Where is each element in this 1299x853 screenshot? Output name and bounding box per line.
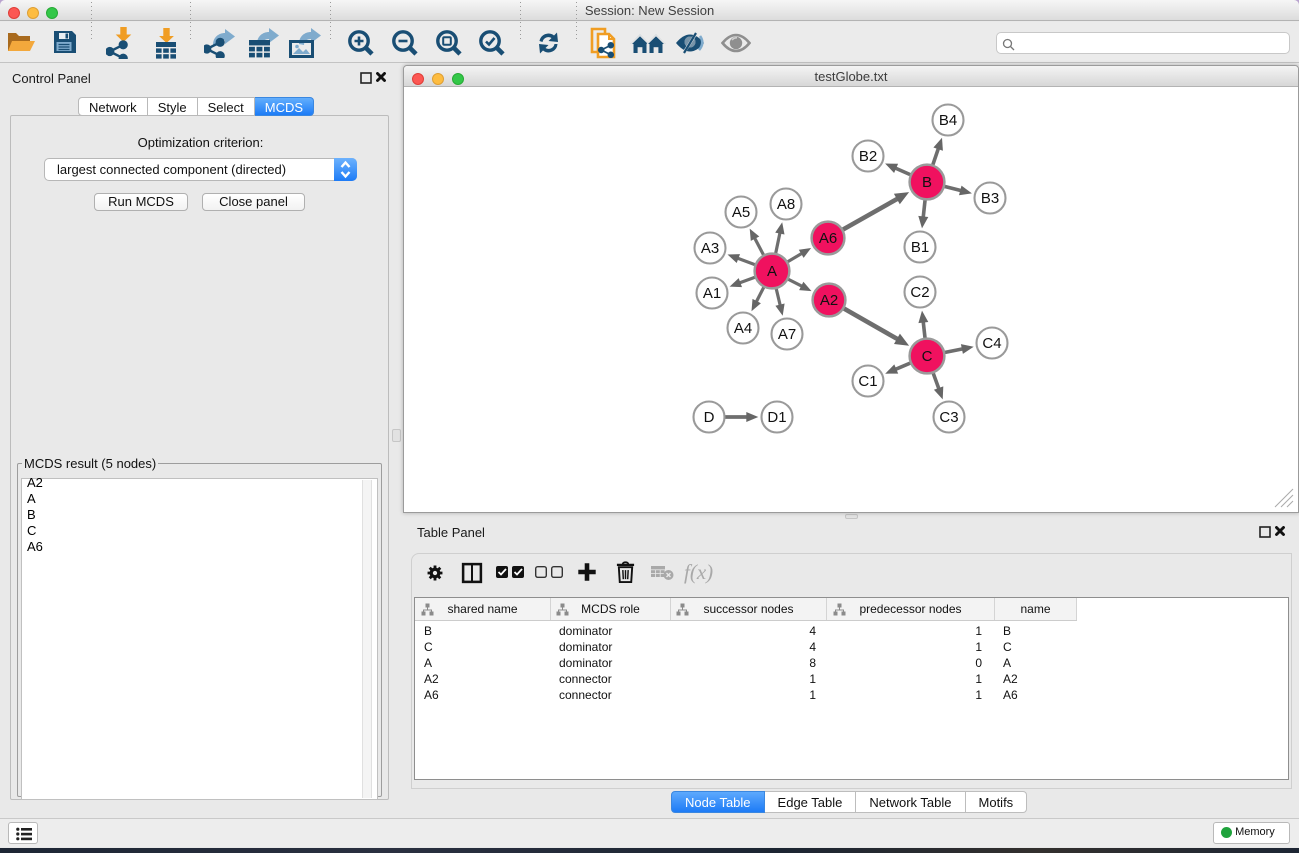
svg-text:A8: A8 — [777, 196, 795, 213]
svg-text:A6: A6 — [819, 230, 837, 247]
svg-text:C1: C1 — [858, 373, 877, 390]
svg-text:C: C — [922, 348, 933, 365]
svg-text:B: B — [922, 174, 932, 191]
svg-text:B4: B4 — [939, 112, 957, 129]
svg-text:A2: A2 — [820, 292, 838, 309]
svg-text:C2: C2 — [910, 284, 929, 301]
svg-text:B2: B2 — [859, 148, 877, 165]
svg-text:B3: B3 — [981, 190, 999, 207]
svg-text:D1: D1 — [767, 409, 786, 426]
svg-text:D: D — [704, 409, 715, 426]
svg-text:A3: A3 — [701, 240, 719, 257]
svg-text:C4: C4 — [982, 335, 1001, 352]
svg-text:A4: A4 — [734, 320, 752, 337]
svg-text:A7: A7 — [778, 326, 796, 343]
svg-text:C3: C3 — [939, 409, 958, 426]
svg-text:A: A — [767, 263, 777, 280]
svg-text:A5: A5 — [732, 204, 750, 221]
svg-text:B1: B1 — [911, 239, 929, 256]
svg-text:A1: A1 — [703, 285, 721, 302]
